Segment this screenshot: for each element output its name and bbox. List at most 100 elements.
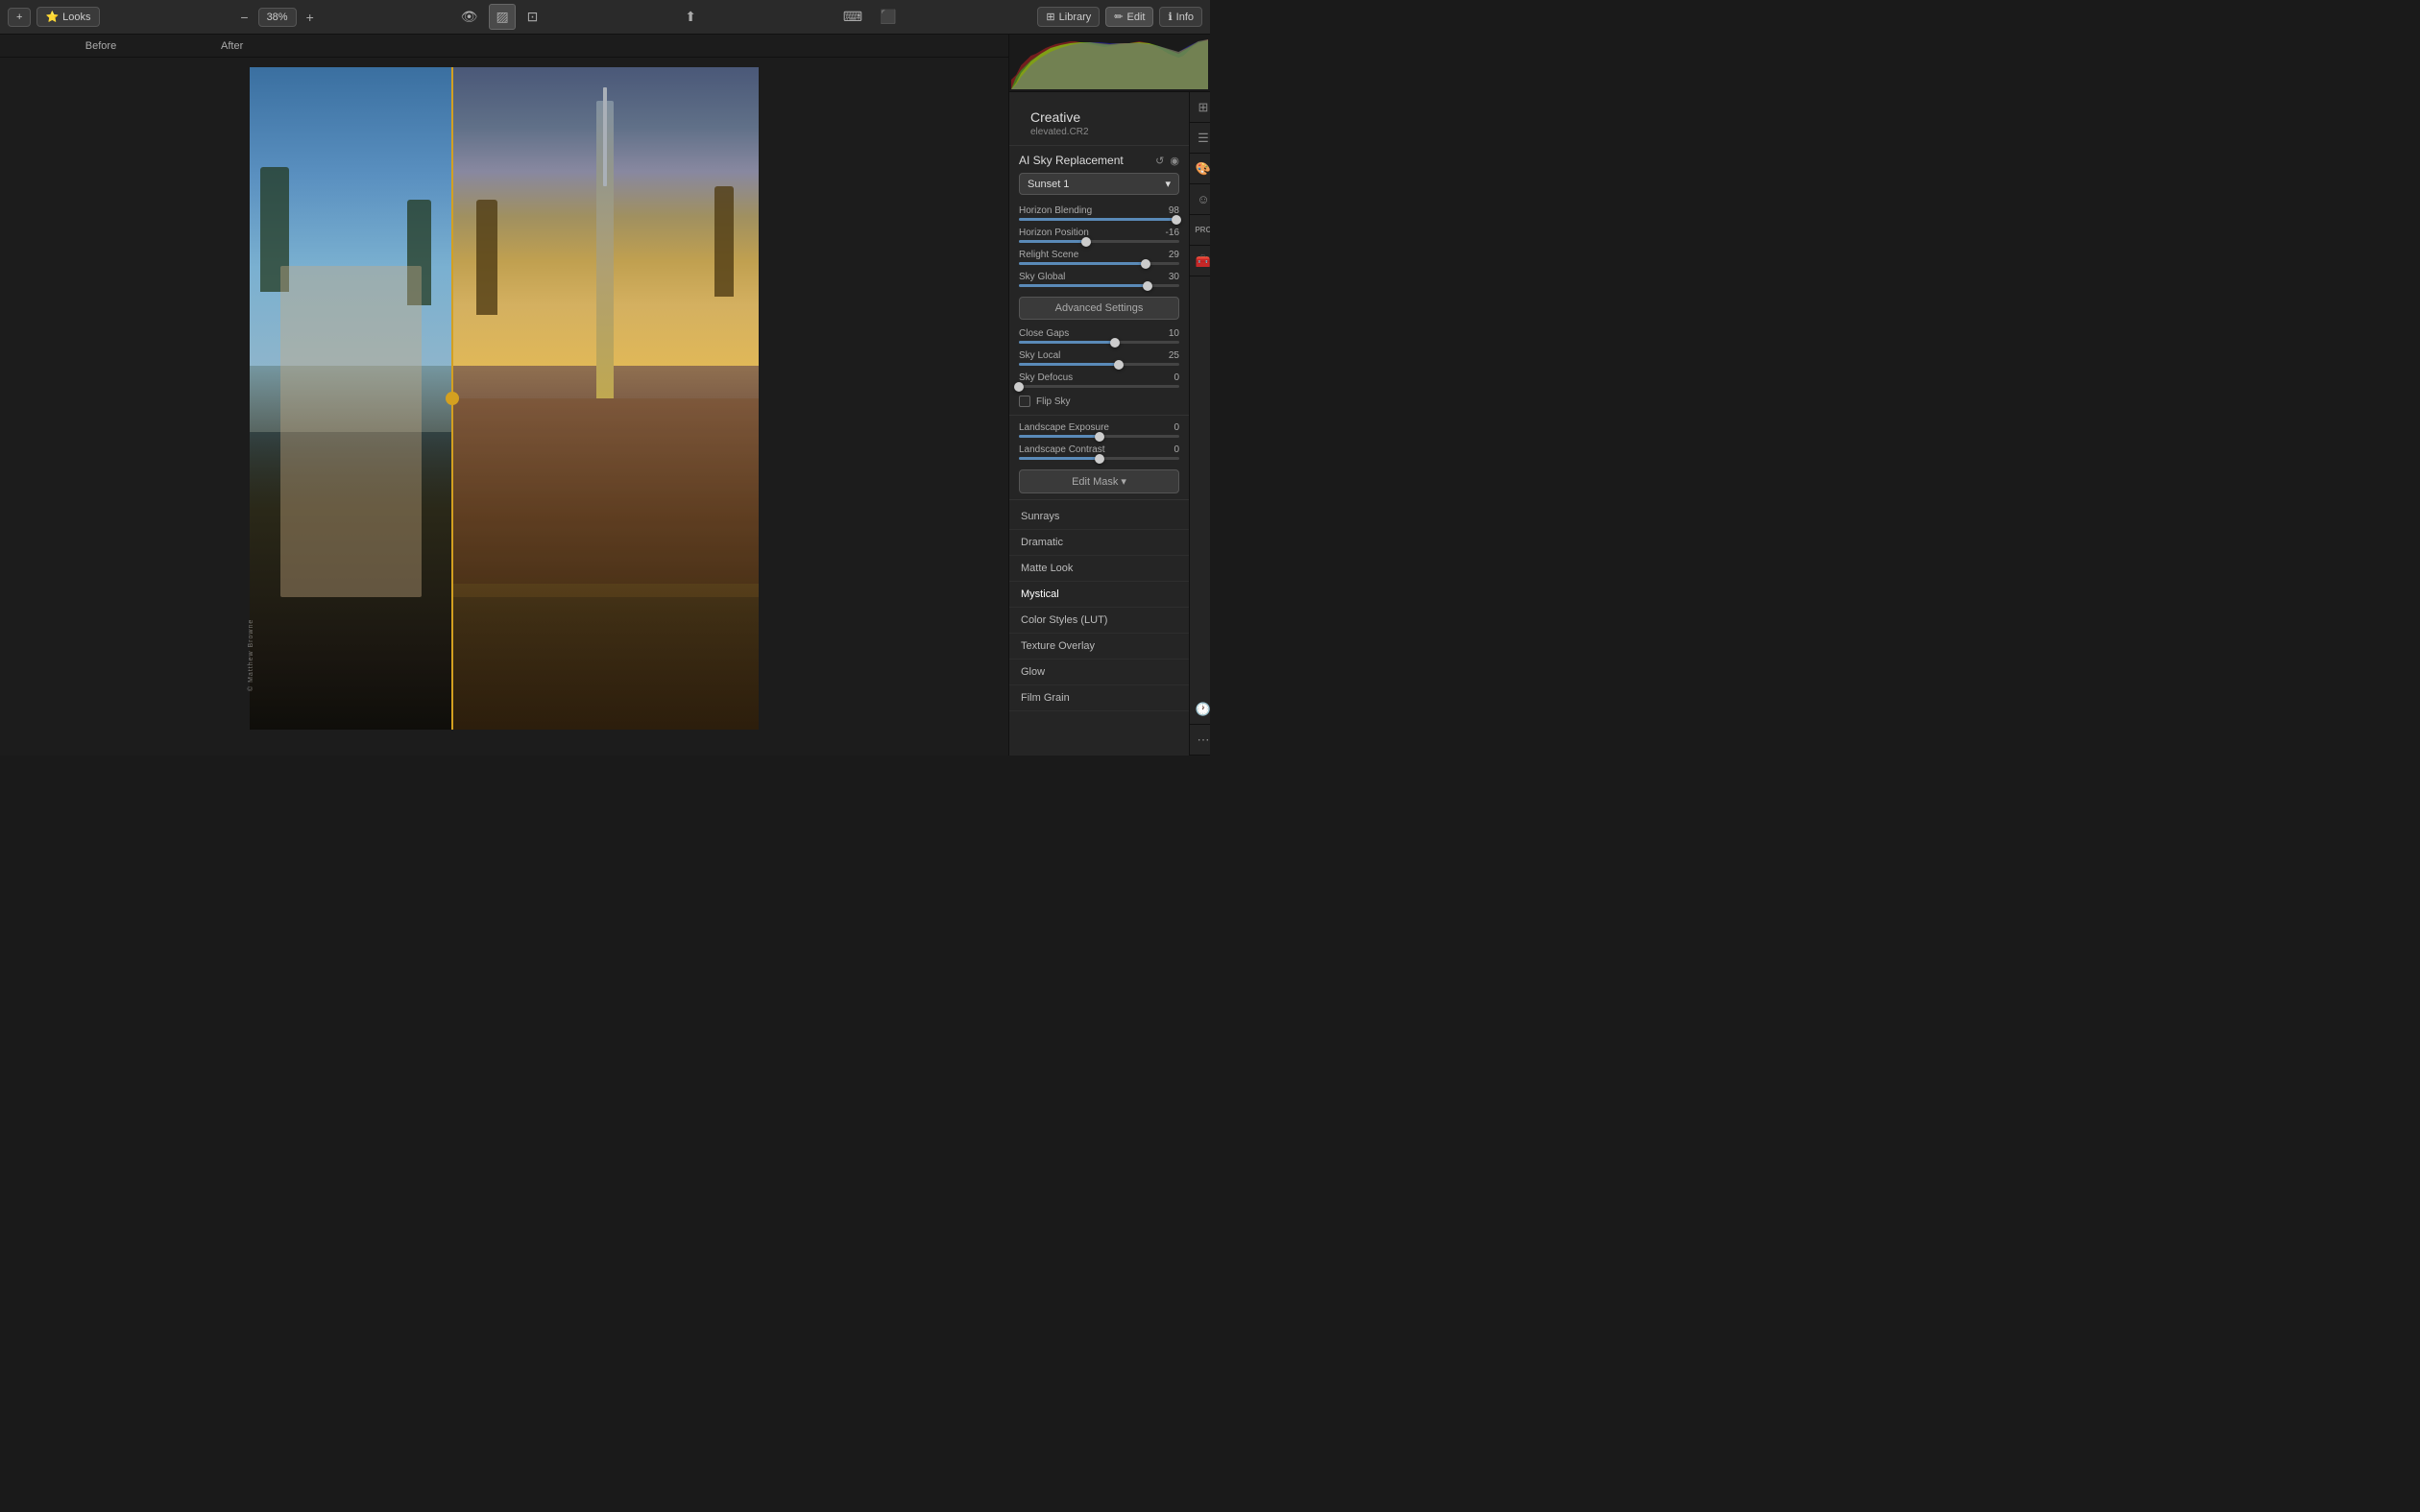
layers-icon[interactable]: ⊞ [1190, 92, 1210, 123]
right-panel: Creative elevated.CR2 AI Sky Replacement… [1008, 35, 1210, 756]
sliders-icon[interactable]: ☰ [1190, 123, 1210, 154]
side-icon-strip: ⊞ ☰ 🎨 ☺ PRO 🧰 🕐 ⋯ [1189, 92, 1210, 756]
watermark: © Matthew Browne [248, 619, 254, 691]
horizon-blending-slider: Horizon Blending 98 [1009, 203, 1189, 225]
horizon-blending-track[interactable] [1019, 218, 1179, 221]
panel-content: AI Sky Replacement ↺ ◉ Sunset 1 ▾ [1009, 145, 1189, 756]
sky-preset-dropdown[interactable]: Sunset 1 ▾ [1019, 173, 1179, 195]
main-toolbar: + ⭐ Looks − 38% + 👁 ▨ ⊡ ⬆ ⌨ ⬛ ⊞ Library … [0, 0, 1210, 35]
zoom-controls: − 38% + [234, 6, 319, 29]
sky-global-slider: Sky Global 30 [1009, 269, 1189, 291]
relight-scene-slider: Relight Scene 29 [1009, 247, 1189, 269]
horizon-position-label: Horizon Position [1019, 228, 1089, 238]
horizon-position-track[interactable] [1019, 240, 1179, 243]
image-labels: Before After [0, 35, 1008, 58]
preview-toggle-button[interactable]: 👁 [455, 5, 484, 29]
split-handle[interactable] [446, 392, 459, 405]
share-button[interactable]: ⬆ [679, 5, 702, 29]
landscape-contrast-value: 0 [1156, 444, 1179, 455]
histogram-chart [1011, 36, 1208, 89]
sky-preset-label: Sunset 1 [1028, 179, 1069, 190]
panel-header: Creative elevated.CR2 [1009, 92, 1189, 145]
fullscreen-button[interactable]: ⬛ [874, 5, 902, 29]
flip-sky-row: Flip Sky [1009, 392, 1189, 411]
info-icon: ℹ [1168, 11, 1172, 23]
category-item-color_styles[interactable]: Color Styles (LUT) [1009, 608, 1189, 634]
history-icon[interactable]: 🕐 [1190, 694, 1210, 725]
before-label: Before [0, 40, 202, 52]
pro-icon[interactable]: PRO [1190, 215, 1210, 246]
advanced-settings-button[interactable]: Advanced Settings [1019, 297, 1179, 320]
after-label: After [202, 40, 1008, 52]
category-item-film_grain[interactable]: Film Grain [1009, 685, 1189, 711]
image-area: Before After [0, 35, 1008, 756]
relight-scene-label: Relight Scene [1019, 250, 1078, 260]
plus-icon: + [16, 12, 22, 23]
sky-local-slider: Sky Local 25 [1009, 348, 1189, 370]
close-gaps-value: 10 [1156, 328, 1179, 339]
histogram [1009, 35, 1210, 92]
add-button[interactable]: + [8, 8, 31, 27]
palette-icon[interactable]: 🎨 [1190, 154, 1210, 184]
more-icon[interactable]: ⋯ [1190, 725, 1210, 756]
ai-sky-controls: ↺ ◉ [1155, 155, 1179, 167]
landscape-exposure-track[interactable] [1019, 435, 1179, 438]
close-gaps-slider: Close Gaps 10 [1009, 325, 1189, 348]
tools-icon[interactable]: 🧰 [1190, 246, 1210, 276]
flip-sky-checkbox[interactable] [1019, 396, 1030, 407]
zoom-out-button[interactable]: − [234, 6, 254, 29]
divider-1 [1009, 415, 1189, 416]
landscape-contrast-track[interactable] [1019, 457, 1179, 460]
sky-local-track[interactable] [1019, 363, 1179, 366]
sky-defocus-value: 0 [1156, 372, 1179, 383]
category-item-matte_look[interactable]: Matte Look [1009, 556, 1189, 582]
main-area: Before After [0, 35, 1210, 756]
reset-icon[interactable]: ↺ [1155, 155, 1164, 167]
sky-defocus-slider: Sky Defocus 0 [1009, 370, 1189, 392]
landscape-contrast-slider: Landscape Contrast 0 [1009, 442, 1189, 464]
ai-sky-label: AI Sky Replacement [1019, 154, 1124, 167]
close-gaps-label: Close Gaps [1019, 328, 1069, 339]
category-item-texture_overlay[interactable]: Texture Overlay [1009, 634, 1189, 660]
face-icon[interactable]: ☺ [1190, 184, 1210, 215]
divider-2 [1009, 499, 1189, 500]
looks-icon: ⭐ [45, 11, 59, 23]
sky-global-label: Sky Global [1019, 272, 1065, 282]
ai-sky-section-header: AI Sky Replacement ↺ ◉ [1009, 145, 1189, 173]
landscape-contrast-label: Landscape Contrast [1019, 444, 1105, 455]
panel-subtitle: elevated.CR2 [1019, 127, 1179, 145]
category-item-dramatic[interactable]: Dramatic [1009, 530, 1189, 556]
sky-local-label: Sky Local [1019, 350, 1060, 361]
relight-scene-track[interactable] [1019, 262, 1179, 265]
edit-tab[interactable]: ✏ Edit [1105, 7, 1153, 27]
sky-global-track[interactable] [1019, 284, 1179, 287]
close-gaps-track[interactable] [1019, 341, 1179, 344]
category-item-glow[interactable]: Glow [1009, 660, 1189, 685]
keyboard-button[interactable]: ⌨ [837, 5, 868, 29]
edit-mask-button[interactable]: Edit Mask ▾ [1019, 469, 1179, 493]
horizon-position-value: -16 [1156, 228, 1179, 238]
relight-scene-value: 29 [1156, 250, 1179, 260]
zoom-level-button[interactable]: 38% [258, 8, 297, 27]
info-tab[interactable]: ℹ Info [1159, 7, 1202, 27]
split-view-button[interactable]: ▨ [489, 4, 515, 30]
category-list: SunraysDramaticMatte LookMysticalColor S… [1009, 504, 1189, 711]
looks-button[interactable]: ⭐ Looks [36, 7, 99, 27]
library-tab[interactable]: ⊞ Library [1037, 7, 1100, 27]
landscape-exposure-slider: Landscape Exposure 0 [1009, 420, 1189, 442]
panel-title: Creative [1019, 100, 1179, 127]
dropdown-arrow-icon: ▾ [1165, 178, 1171, 190]
crop-button[interactable]: ⊡ [521, 5, 544, 29]
edit-icon: ✏ [1114, 11, 1123, 23]
photo-wrapper[interactable]: © Matthew Browne [250, 67, 759, 730]
visibility-icon[interactable]: ◉ [1170, 155, 1179, 167]
image-container[interactable]: © Matthew Browne [0, 58, 1008, 756]
category-item-mystical[interactable]: Mystical [1009, 582, 1189, 608]
flip-sky-label: Flip Sky [1036, 396, 1071, 407]
category-item-sunrays[interactable]: Sunrays [1009, 504, 1189, 530]
landscape-exposure-value: 0 [1156, 422, 1179, 433]
zoom-in-button[interactable]: + [301, 6, 320, 29]
photo-after [451, 67, 759, 730]
horizon-position-slider: Horizon Position -16 [1009, 225, 1189, 247]
sky-defocus-track[interactable] [1019, 385, 1179, 388]
